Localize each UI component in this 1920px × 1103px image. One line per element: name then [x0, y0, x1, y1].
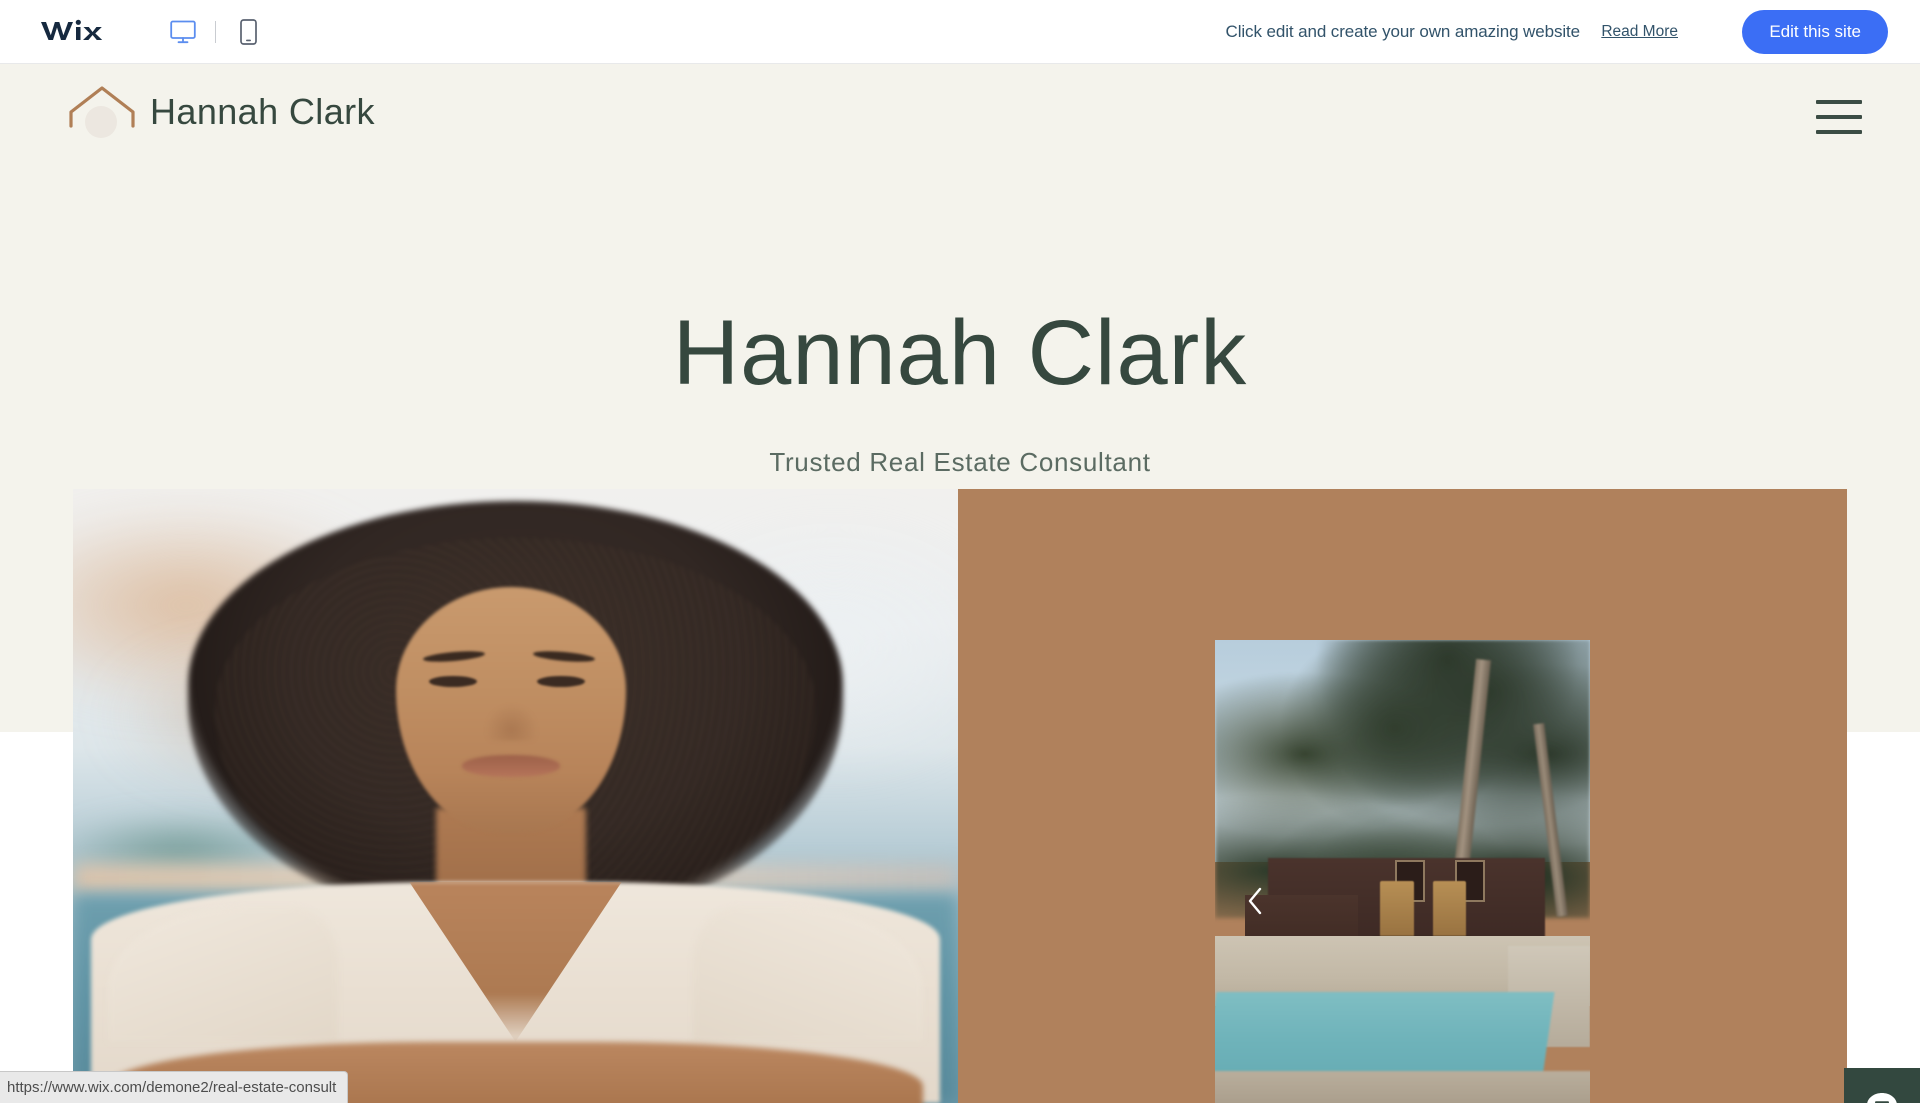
hamburger-bar — [1816, 115, 1862, 119]
hamburger-menu-icon[interactable] — [1816, 100, 1862, 134]
site-viewport: Hannah Clark Hannah Clark Trusted Real E… — [0, 64, 1920, 1103]
wix-logo[interactable] — [37, 14, 107, 48]
monitor-icon — [170, 20, 196, 44]
wix-top-bar: Click edit and create your own amazing w… — [0, 0, 1920, 64]
hamburger-bar — [1816, 100, 1862, 104]
read-more-link[interactable]: Read More — [1601, 23, 1678, 41]
accent-panel — [958, 489, 1847, 1103]
pool-photo — [1215, 640, 1590, 1103]
slideshow-prev-arrow-icon[interactable] — [1240, 884, 1270, 918]
device-separator — [215, 21, 216, 43]
page-title: Hannah Clark — [672, 302, 1248, 404]
chat-widget-button[interactable] — [1844, 1068, 1920, 1103]
brand-name: Hannah Clark — [150, 91, 375, 132]
status-bar-url: https://www.wix.com/demone2/real-estate-… — [0, 1071, 349, 1103]
house-logo-icon — [68, 86, 136, 138]
device-preview-toggle — [160, 12, 271, 52]
hero-gallery — [0, 489, 1920, 1103]
site-brand[interactable]: Hannah Clark — [68, 86, 375, 138]
mobile-view-button[interactable] — [225, 12, 271, 52]
edit-this-site-button[interactable]: Edit this site — [1742, 9, 1888, 54]
site-header: Hannah Clark — [0, 64, 1920, 164]
page-subtitle: Trusted Real Estate Consultant — [769, 447, 1151, 477]
promo-message: Click edit and create your own amazing w… — [1225, 21, 1581, 41]
phone-icon — [239, 19, 257, 45]
desktop-view-button[interactable] — [160, 12, 206, 52]
portrait-photo — [73, 489, 958, 1103]
chat-bubble-icon — [1867, 1093, 1897, 1103]
hamburger-bar — [1816, 130, 1862, 134]
